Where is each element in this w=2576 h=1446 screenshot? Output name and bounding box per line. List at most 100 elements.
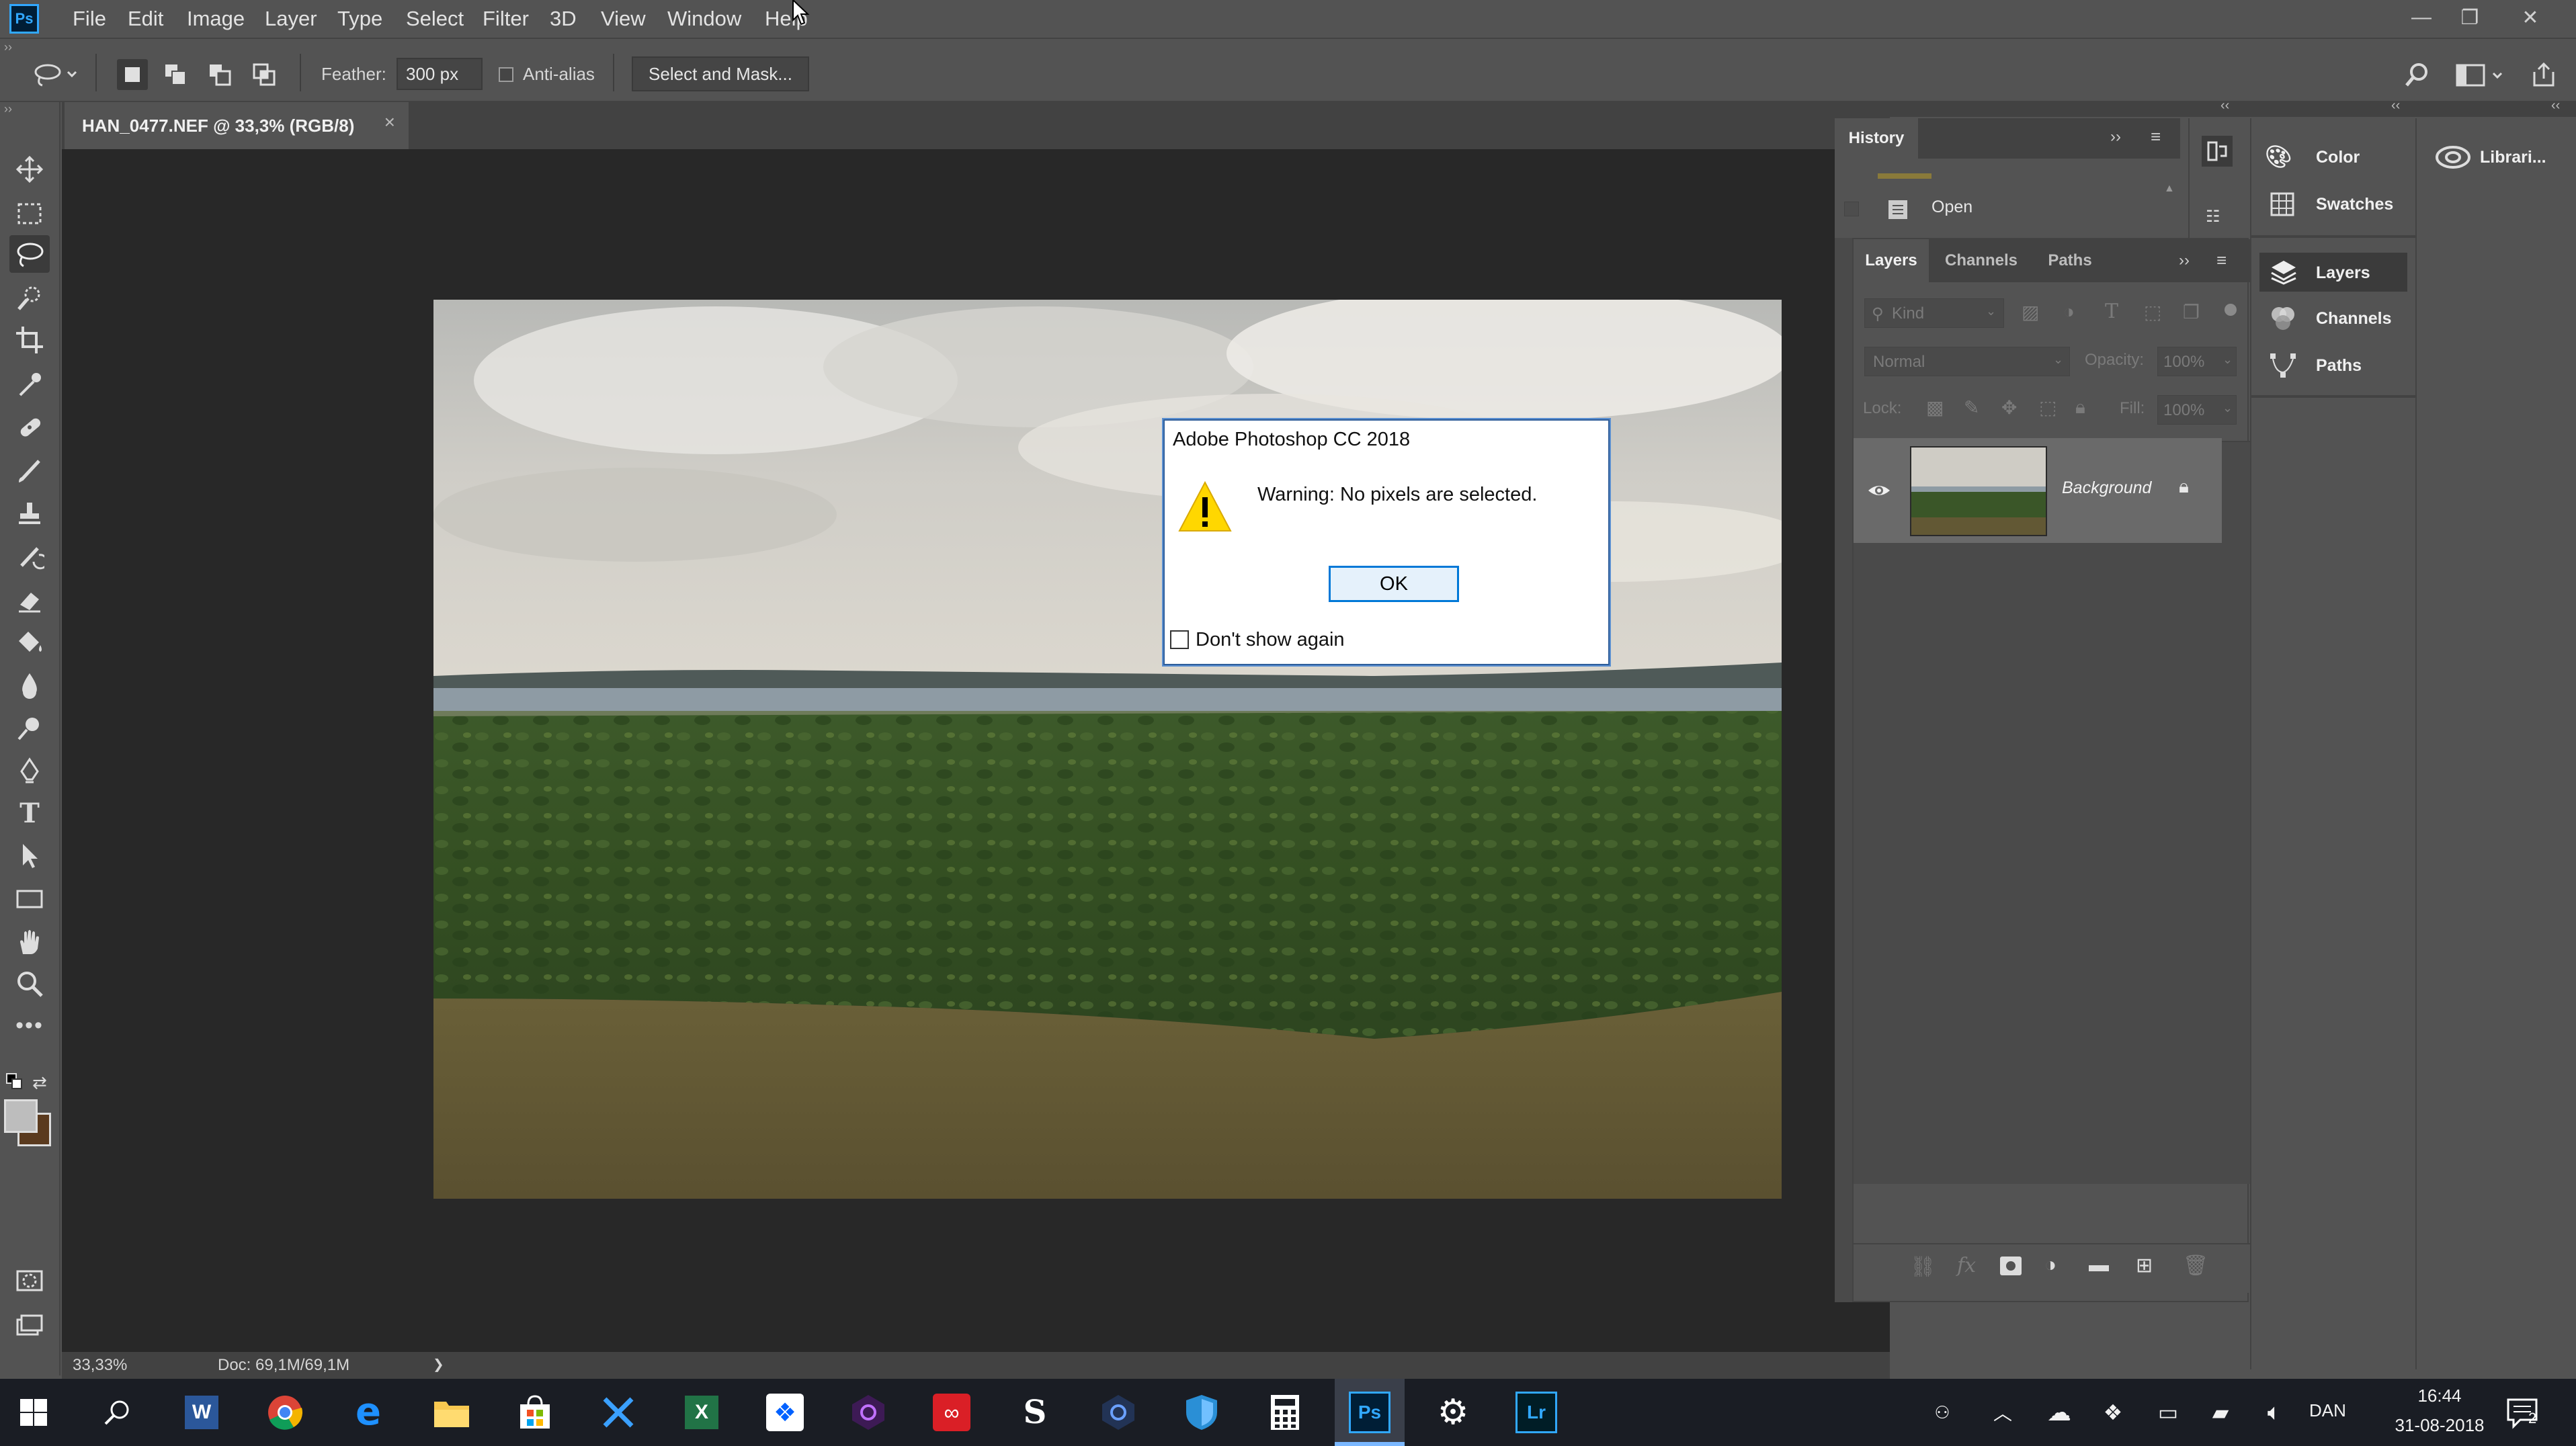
crop-tool-icon[interactable] [9, 321, 50, 359]
chrome-icon[interactable] [258, 1386, 312, 1439]
dropbox-icon[interactable]: ❖ [758, 1386, 812, 1439]
fx-icon[interactable]: fx [1957, 1254, 1976, 1277]
more-tools-icon[interactable]: ••• [9, 1007, 50, 1044]
clock-date[interactable]: 31-08-2018 [2372, 1415, 2507, 1436]
blue-app-icon[interactable] [1091, 1386, 1145, 1439]
filter-shape-icon[interactable]: ⬚ [2144, 301, 2161, 323]
onedrive-icon[interactable]: ☁ [2032, 1386, 2086, 1439]
panel-expand-icon[interactable]: ›› [2110, 128, 2121, 146]
lasso-preset-icon[interactable] [30, 59, 83, 90]
collapse-arrows-icon[interactable]: ›› [4, 40, 20, 54]
defender-icon[interactable] [1175, 1386, 1229, 1439]
tab-channels[interactable]: Channels [1929, 239, 2034, 282]
history-panel-icon[interactable] [2202, 136, 2233, 167]
adjustment-layer-icon[interactable]: ◑ [2044, 1254, 2056, 1277]
history-brush-tool-icon[interactable] [9, 538, 50, 575]
dodge-tool-icon[interactable] [9, 710, 50, 747]
purple-app-icon[interactable] [841, 1386, 895, 1439]
menu-select[interactable]: Select [406, 0, 464, 38]
ok-button[interactable]: OK [1329, 566, 1459, 602]
add-mask-icon[interactable] [2000, 1257, 2022, 1275]
rectangle-tool-icon[interactable] [9, 880, 50, 918]
settings-icon[interactable]: ⚙ [1426, 1386, 1480, 1439]
menu-view[interactable]: View [601, 0, 646, 38]
blur-tool-icon[interactable] [9, 667, 50, 704]
menu-3d[interactable]: 3D [550, 0, 577, 38]
fill-input[interactable]: 100% ⌄ [2157, 395, 2237, 425]
collapse-libraries-icon[interactable]: ‹‹ [2551, 98, 2560, 114]
marquee-tool-icon[interactable] [9, 195, 50, 232]
lock-position-icon[interactable]: ✥ [2001, 396, 2017, 419]
tab-paths[interactable]: Paths [2034, 239, 2106, 282]
delete-layer-icon[interactable]: 🗑︎ [2183, 1254, 2208, 1277]
actions-panel-icon[interactable]: ☷ [2206, 207, 2220, 226]
scroll-up-icon[interactable]: ▲ [2164, 183, 2175, 195]
battery-icon[interactable]: ▰ [2194, 1386, 2247, 1439]
quick-selection-tool-icon[interactable] [9, 280, 50, 317]
people-icon[interactable]: ⚇ [1915, 1386, 1969, 1439]
collapse-panels-icon[interactable]: ‹‹ [2220, 98, 2229, 114]
lock-transparent-pixels-icon[interactable]: ▩ [1926, 396, 1944, 419]
intersect-selection-icon[interactable] [249, 59, 280, 90]
show-hidden-icons-icon[interactable]: ︿ [1976, 1386, 2030, 1439]
layer-row-background[interactable]: Background 🔒︎ [1854, 438, 2222, 543]
healing-brush-tool-icon[interactable] [9, 409, 50, 446]
link-layers-icon[interactable]: ⛓︎ [1910, 1255, 1936, 1279]
menu-window[interactable]: Window [667, 0, 741, 38]
zoom-level[interactable]: 33,33% [73, 1356, 127, 1375]
pen-tool-icon[interactable] [9, 753, 50, 790]
panel-expand-icon[interactable]: ›› [2179, 251, 2190, 270]
excel-icon[interactable]: X [675, 1386, 729, 1439]
taskbar-search-icon[interactable] [90, 1386, 144, 1439]
workspace-switcher-icon[interactable] [2453, 59, 2509, 90]
menu-image[interactable]: Image [187, 0, 245, 38]
restore-icon[interactable]: ❐ [2453, 4, 2487, 31]
clone-stamp-tool-icon[interactable] [9, 495, 50, 532]
tools-app-icon[interactable] [591, 1386, 645, 1439]
status-menu-arrow-icon[interactable]: ❯ [433, 1356, 444, 1373]
photoshop-taskbar-icon[interactable]: Ps [1343, 1386, 1397, 1439]
snapshot-thumbnail[interactable] [1878, 173, 1931, 179]
lock-icon[interactable]: 🔒︎ [2179, 476, 2189, 498]
dock-color[interactable]: 🎨︎ Color [2251, 137, 2413, 176]
dock-libraries[interactable]: Librari... [2417, 137, 2574, 176]
select-and-mask-button[interactable]: Select and Mask... [632, 56, 809, 91]
lock-artboard-icon[interactable]: ⬚ [2039, 396, 2056, 419]
path-selection-tool-icon[interactable] [9, 837, 50, 875]
search-icon[interactable] [2402, 59, 2433, 90]
volume-icon[interactable]: 🔈︎ [2247, 1386, 2301, 1439]
menu-edit[interactable]: Edit [128, 0, 163, 38]
close-tab-icon[interactable]: × [384, 112, 395, 133]
filter-kind-select[interactable]: ⚲ Kind ⌄ [1864, 298, 2004, 328]
tab-history[interactable]: History [1835, 118, 1918, 159]
foreground-color-swatch[interactable] [4, 1099, 38, 1133]
dock-paths[interactable]: Paths [2251, 345, 2413, 384]
move-tool-icon[interactable] [9, 151, 50, 188]
share-icon[interactable] [2528, 59, 2559, 90]
collapse-dock-icon[interactable]: ‹‹ [2391, 98, 2400, 114]
close-window-icon[interactable]: ✕ [2513, 4, 2547, 31]
language-indicator[interactable]: DAN [2309, 1400, 2346, 1421]
anti-alias-checkbox[interactable] [499, 67, 513, 82]
panel-menu-icon[interactable]: ≡ [2216, 250, 2227, 271]
dont-show-again-checkbox[interactable] [1170, 630, 1189, 649]
quick-mask-icon[interactable] [9, 1262, 50, 1300]
dock-layers[interactable]: Layers [2259, 253, 2407, 292]
history-source-checkbox[interactable] [1844, 202, 1859, 216]
menu-layer[interactable]: Layer [265, 0, 317, 38]
start-icon[interactable] [7, 1386, 60, 1439]
menu-file[interactable]: File [73, 0, 106, 38]
calculator-icon[interactable] [1258, 1386, 1312, 1439]
swap-colors-icon[interactable]: ⇄ [32, 1072, 52, 1093]
creative-cloud-icon[interactable]: ∞ [925, 1386, 979, 1439]
minimize-icon[interactable]: — [2405, 4, 2438, 31]
zoom-tool-icon[interactable] [9, 965, 50, 1003]
tab-layers[interactable]: Layers [1854, 239, 1929, 282]
default-colors-icon[interactable] [5, 1072, 24, 1091]
history-item-open[interactable]: Open [1931, 198, 1972, 217]
screen-mode-icon[interactable] [9, 1306, 50, 1344]
lock-all-icon[interactable]: 🔒︎ [2075, 396, 2085, 419]
store-icon[interactable] [508, 1386, 562, 1439]
menu-type[interactable]: Type [337, 0, 382, 38]
new-group-icon[interactable]: ▬ [2089, 1254, 2109, 1277]
